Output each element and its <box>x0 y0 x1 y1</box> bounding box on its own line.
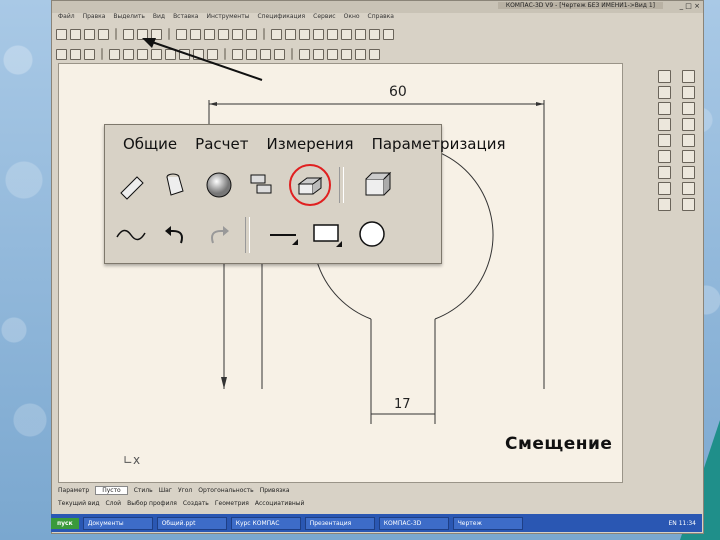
pointer-arrow-layer <box>142 38 263 81</box>
taskbar-item[interactable]: Общий.ppt <box>156 516 227 530</box>
taskbar-item[interactable]: Курс КОМПАС <box>230 516 301 530</box>
taskbar-item[interactable]: Презентация <box>304 516 375 530</box>
taskbar: пуск Документы Общий.ppt Курс КОМПАС Пре… <box>51 514 702 532</box>
pointer-arrow <box>151 41 263 81</box>
start-button[interactable]: пуск <box>51 517 79 529</box>
taskbar-item[interactable]: Документы <box>82 516 153 530</box>
system-tray: EN 11:34 <box>668 519 696 527</box>
slide-caption: Смещение <box>505 434 613 454</box>
taskbar-item[interactable]: Чертеж <box>452 516 523 530</box>
pointer-arrow-head <box>142 38 156 48</box>
taskbar-item[interactable]: КОМПАС-3D <box>378 516 449 530</box>
